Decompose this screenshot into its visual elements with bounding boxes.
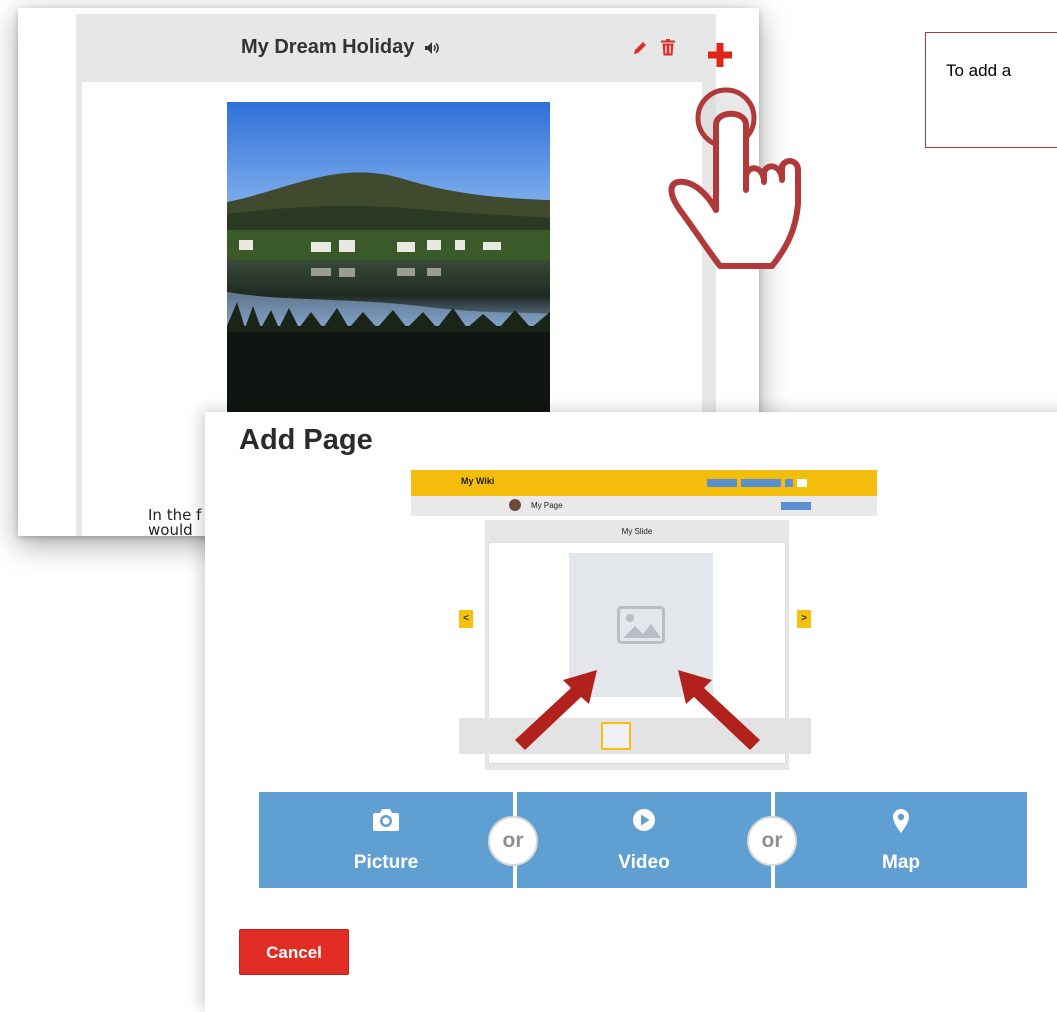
instruction-text: To add a	[946, 61, 1012, 80]
holiday-photo	[227, 102, 550, 424]
pencil-icon[interactable]	[632, 40, 648, 56]
slide-text-line-2: would	[148, 521, 193, 537]
preview-next-button: >	[797, 610, 811, 628]
slide-description: In the f would	[148, 508, 201, 537]
slide-header: My Dream Holiday	[76, 14, 716, 82]
preview-toolbar-button	[785, 479, 793, 487]
preview-toolbar-button	[741, 479, 781, 487]
picture-option-label: Picture	[353, 852, 419, 873]
hand-pointer-icon	[668, 87, 801, 269]
video-option-label: Video	[618, 852, 670, 873]
preview-prev-button: <	[459, 610, 473, 628]
play-icon	[633, 809, 655, 831]
preview-page-name: My Page	[531, 501, 563, 510]
preview-toolbar-button	[707, 479, 737, 487]
map-option-button[interactable]: Map	[775, 792, 1027, 888]
video-option-button[interactable]: Video	[517, 792, 771, 888]
dialog-title: Add Page	[239, 424, 373, 456]
cancel-button[interactable]: Cancel	[239, 929, 349, 975]
or-separator: or	[747, 816, 797, 866]
plus-icon[interactable]	[708, 43, 732, 67]
trash-icon[interactable]	[661, 39, 675, 56]
or-separator: or	[488, 816, 538, 866]
slide-title-row: My Dream Holiday	[241, 36, 440, 59]
instruction-box: To add a	[925, 32, 1057, 148]
preview-slide-title: My Slide	[621, 527, 653, 536]
map-pin-icon	[893, 809, 909, 833]
speaker-icon[interactable]	[424, 41, 440, 55]
camera-icon	[373, 809, 399, 831]
image-icon	[617, 606, 665, 644]
map-option-label: Map	[882, 852, 920, 873]
preview-toolbar-button	[797, 479, 807, 487]
media-choice-row: Picture Video Map or or	[259, 792, 1027, 888]
slide-title: My Dream Holiday	[241, 36, 415, 58]
preview-wiki-title: My Wiki	[461, 476, 495, 486]
avatar	[509, 499, 521, 511]
pointing-arrows	[515, 670, 760, 750]
preview-subbar-button	[781, 502, 811, 510]
picture-option-button[interactable]: Picture	[259, 792, 513, 888]
